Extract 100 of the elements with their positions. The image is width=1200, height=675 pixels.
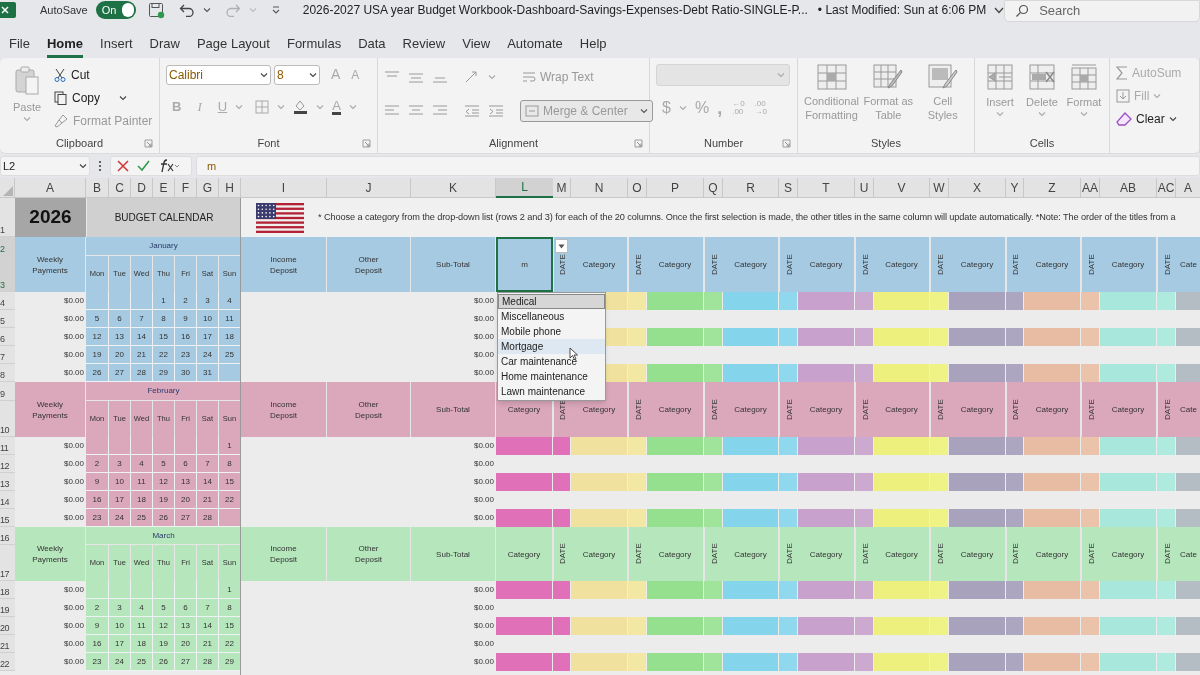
dialog-launcher-icon[interactable] <box>782 139 791 148</box>
column-header[interactable]: Y <box>1006 178 1024 198</box>
category-header[interactable]: Category <box>1024 382 1081 437</box>
text-orientation-icon[interactable] <box>464 70 480 84</box>
search-field[interactable]: Search <box>1004 0 1200 22</box>
column-header[interactable]: D <box>131 178 153 198</box>
column-header[interactable]: J <box>327 178 411 198</box>
dropdown-option[interactable]: Miscellaneous <box>498 309 605 324</box>
column-header[interactable]: K <box>411 178 496 198</box>
category-header[interactable]: Category <box>1024 527 1081 581</box>
column-header[interactable]: H <box>219 178 241 198</box>
row-header[interactable]: 12 <box>0 455 15 473</box>
align-right-icon[interactable] <box>432 104 448 118</box>
column-header[interactable]: P <box>647 178 704 198</box>
menu-tab[interactable]: View <box>462 34 491 58</box>
category-header[interactable]: Cate <box>1176 527 1200 581</box>
category-header[interactable]: Category <box>1024 237 1081 292</box>
column-header[interactable]: R <box>723 178 779 198</box>
category-header[interactable]: Category <box>723 527 779 581</box>
category-header[interactable]: Cate <box>1176 237 1200 292</box>
menu-tab[interactable]: Draw <box>149 34 180 58</box>
select-all-button[interactable] <box>0 178 15 198</box>
dropdown-option[interactable]: Home maintenance <box>498 369 605 384</box>
column-header[interactable]: AB <box>1100 178 1157 198</box>
row-header[interactable]: 18 <box>0 581 15 599</box>
row-header[interactable]: 1 <box>0 198 15 237</box>
category-header[interactable]: Category <box>798 237 855 292</box>
category-header[interactable]: m <box>496 237 553 292</box>
category-header[interactable]: Category <box>798 527 855 581</box>
column-header[interactable]: X <box>949 178 1006 198</box>
category-header[interactable]: Category <box>1100 382 1157 437</box>
column-header[interactable]: N <box>571 178 628 198</box>
category-header[interactable]: Category <box>798 382 855 437</box>
cancel-icon[interactable] <box>117 160 129 172</box>
row-header[interactable]: 15 <box>0 509 15 527</box>
category-header[interactable]: Category <box>1100 237 1157 292</box>
row-header[interactable]: 7 <box>0 346 15 364</box>
dropdown-option[interactable]: Mortgage <box>498 339 605 354</box>
menu-tab[interactable]: File <box>9 34 30 58</box>
formula-field[interactable]: m <box>196 156 1200 176</box>
column-header[interactable]: F <box>175 178 197 198</box>
menu-tab[interactable]: Page Layout <box>196 34 270 58</box>
category-header[interactable]: Category <box>874 527 930 581</box>
dropdown-button[interactable] <box>555 239 568 253</box>
menu-tab[interactable]: Automate <box>507 34 563 58</box>
row-header[interactable]: 3 <box>0 256 15 292</box>
column-header[interactable]: A <box>1176 178 1200 198</box>
category-header[interactable]: Category <box>571 237 628 292</box>
menu-tab[interactable]: Review <box>402 34 446 58</box>
column-header[interactable]: M <box>553 178 571 198</box>
row-header[interactable]: 17 <box>0 545 15 581</box>
clear-button[interactable]: Clear <box>1116 110 1182 128</box>
column-header[interactable]: C <box>109 178 131 198</box>
cut-button[interactable]: Cut <box>54 66 153 84</box>
decrease-indent-icon[interactable] <box>464 104 480 118</box>
autosave-toggle[interactable]: On <box>95 1 136 19</box>
column-header[interactable]: A <box>15 178 86 198</box>
align-left-icon[interactable] <box>384 104 400 118</box>
category-header[interactable]: Category <box>647 527 704 581</box>
column-header[interactable]: L <box>496 178 553 198</box>
borders-icon[interactable] <box>255 99 270 114</box>
column-header[interactable]: U <box>855 178 874 198</box>
fill-color-icon[interactable] <box>293 99 309 115</box>
row-header[interactable]: 11 <box>0 437 15 455</box>
category-header[interactable]: Category <box>647 382 704 437</box>
category-header[interactable]: Category <box>496 527 553 581</box>
category-header[interactable]: Category <box>571 527 628 581</box>
customize-toolbar-icon[interactable] <box>270 5 281 15</box>
copy-button[interactable]: Copy <box>54 89 153 107</box>
menu-tab[interactable]: Data <box>358 34 386 58</box>
category-header[interactable]: Category <box>723 382 779 437</box>
menu-tab[interactable]: Insert <box>100 34 133 58</box>
dropdown-option[interactable]: Car maintenance <box>498 354 605 369</box>
undo-icon[interactable] <box>178 3 195 17</box>
row-header[interactable]: 9 <box>0 382 15 401</box>
increase-indent-icon[interactable] <box>488 104 504 118</box>
column-header[interactable]: W <box>930 178 949 198</box>
column-header[interactable]: B <box>86 178 109 198</box>
row-header[interactable]: 16 <box>0 527 15 545</box>
column-header[interactable]: G <box>197 178 219 198</box>
category-header[interactable]: Cate <box>1176 382 1200 437</box>
align-center-icon[interactable] <box>408 104 424 118</box>
menu-tab[interactable]: Formulas <box>286 34 342 58</box>
row-header[interactable]: 2 <box>0 237 15 256</box>
column-header[interactable]: V <box>874 178 930 198</box>
row-header[interactable]: 14 <box>0 491 15 509</box>
category-header[interactable]: Category <box>949 527 1006 581</box>
column-header[interactable]: O <box>628 178 647 198</box>
row-header[interactable]: 20 <box>0 617 15 635</box>
enter-icon[interactable] <box>137 160 150 172</box>
font-size-field[interactable]: 8 <box>274 64 320 85</box>
number-format-field[interactable] <box>656 64 790 86</box>
column-header[interactable]: AA <box>1081 178 1100 198</box>
column-header[interactable]: T <box>798 178 855 198</box>
category-header[interactable]: Category <box>874 237 930 292</box>
row-header[interactable]: 21 <box>0 635 15 653</box>
menu-tab[interactable]: Help <box>579 34 607 58</box>
category-header[interactable]: Category <box>647 237 704 292</box>
column-header[interactable]: Q <box>704 178 723 198</box>
row-header[interactable]: 5 <box>0 310 15 328</box>
